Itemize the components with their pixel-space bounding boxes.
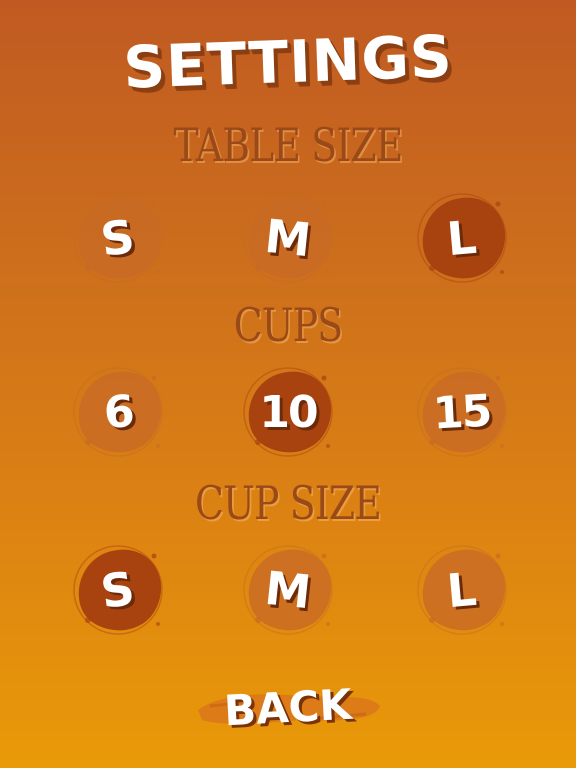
cup-size-label: CUP SIZE [195,476,382,530]
cups-option-10[interactable]: 10 [240,364,336,460]
back-button-label: BACK [222,679,354,735]
option-label: L [445,561,479,619]
cups-options: 6 10 15 [0,364,576,474]
cup-size-options: S M L [0,542,576,652]
page-title: SETTINGS [122,22,454,102]
table-size-options: S M L [0,190,576,300]
cups-option-6[interactable]: 6 [70,364,166,460]
cups-option-15[interactable]: 15 [414,364,510,460]
table-size-option-l[interactable]: L [414,190,510,286]
back-button[interactable]: BACK [190,676,386,738]
table-size-option-s[interactable]: S [70,190,166,286]
cups-label: CUPS [233,298,343,352]
table-size-option-m[interactable]: M [240,190,336,286]
option-label: 10 [259,386,318,438]
cup-size-option-m[interactable]: M [240,542,336,638]
option-label: 15 [432,385,492,439]
option-label: 6 [101,385,135,439]
option-label: M [262,560,314,620]
cup-size-option-l[interactable]: L [414,542,510,638]
option-label: M [262,208,314,268]
option-label: L [445,209,479,267]
cup-size-option-s[interactable]: S [70,542,166,638]
table-size-label: TABLE SIZE [173,118,404,172]
